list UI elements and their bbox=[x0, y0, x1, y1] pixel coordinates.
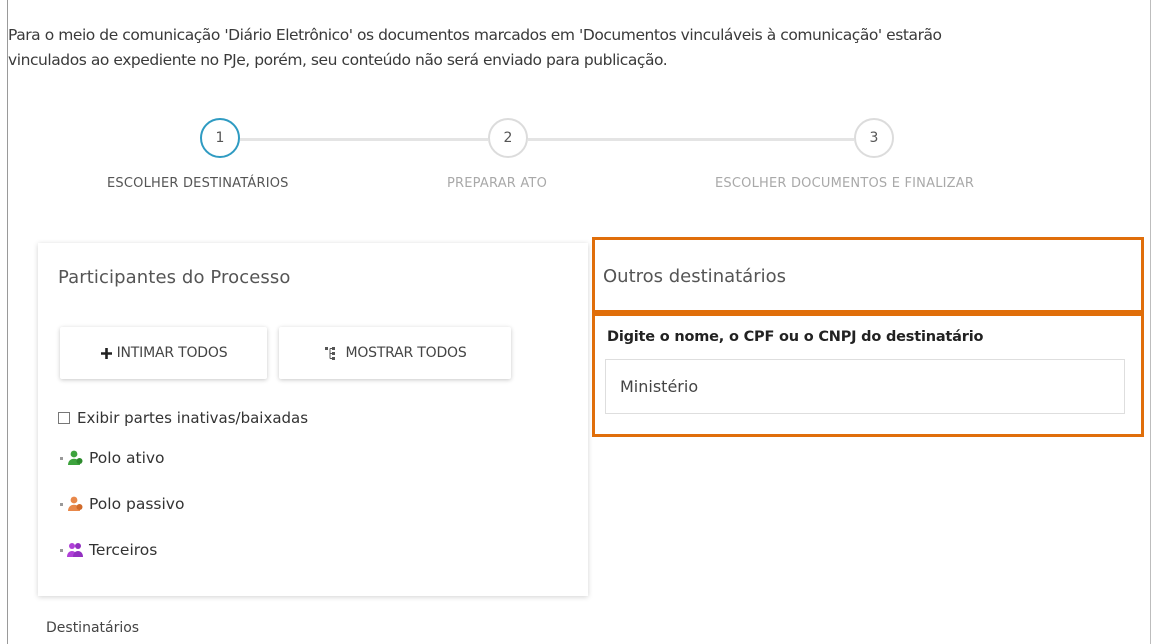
show-inactive-label: Exibir partes inativas/baixadas bbox=[77, 409, 309, 427]
step-connector-1-2 bbox=[240, 138, 488, 141]
notice-line-2: vinculados ao expediente no PJe, porém, … bbox=[8, 51, 668, 69]
tree-expander[interactable] bbox=[60, 548, 63, 552]
outros-destinatarios-title: Outros destinatários bbox=[603, 266, 787, 287]
show-inactive-option[interactable]: Exibir partes inativas/baixadas bbox=[58, 409, 308, 427]
tree-item-label: Terceiros bbox=[89, 541, 158, 559]
step-1-number: 1 bbox=[215, 130, 225, 146]
tree-expander[interactable] bbox=[60, 502, 63, 506]
show-inactive-checkbox[interactable] bbox=[58, 412, 70, 424]
destinatarios-heading: Destinatários bbox=[46, 620, 140, 636]
user-group-icon bbox=[67, 496, 83, 512]
tree-item-polo-ativo[interactable]: Polo ativo bbox=[60, 449, 165, 467]
notice-line-1: Para o meio de comunicação 'Diário Eletr… bbox=[8, 26, 942, 44]
plus-icon bbox=[100, 347, 113, 360]
tree-item-terceiros[interactable]: Terceiros bbox=[60, 541, 157, 559]
step-3-label: ESCOLHER DOCUMENTOS E FINALIZAR bbox=[715, 176, 975, 191]
tree-item-label: Polo passivo bbox=[89, 495, 185, 513]
intimar-todos-label: INTIMAR TODOS bbox=[116, 345, 228, 361]
tree-item-label: Polo ativo bbox=[89, 449, 165, 467]
user-group-icon bbox=[67, 450, 83, 466]
wizard-stepper: 1 2 3 ESCOLHER DESTINATÁRIOS PREPARAR AT… bbox=[100, 118, 1100, 208]
step-1-label: ESCOLHER DESTINATÁRIOS bbox=[107, 176, 289, 191]
step-2-label: PREPARAR ATO bbox=[447, 176, 548, 191]
step-2-number: 2 bbox=[503, 130, 513, 146]
tree-expand-icon bbox=[323, 346, 341, 360]
recipient-search-input[interactable] bbox=[605, 359, 1125, 414]
mostrar-todos-button[interactable]: MOSTRAR TODOS bbox=[279, 327, 511, 379]
participants-title: Participantes do Processo bbox=[58, 267, 291, 288]
intimar-todos-button[interactable]: INTIMAR TODOS bbox=[60, 327, 267, 379]
publication-notice: Para o meio de comunicação 'Diário Eletr… bbox=[8, 23, 1148, 73]
user-group-icon bbox=[67, 542, 83, 558]
mostrar-todos-label: MOSTRAR TODOS bbox=[345, 345, 467, 361]
step-3-number: 3 bbox=[869, 130, 879, 146]
search-field-label: Digite o nome, o CPF ou o CNPJ do destin… bbox=[607, 329, 984, 345]
step-3-circle[interactable]: 3 bbox=[854, 118, 894, 158]
step-1-circle[interactable]: 1 bbox=[200, 118, 240, 158]
tree-item-polo-passivo[interactable]: Polo passivo bbox=[60, 495, 184, 513]
step-2-circle[interactable]: 2 bbox=[488, 118, 528, 158]
tree-expander[interactable] bbox=[60, 456, 63, 460]
participants-panel: Participantes do Processo INTIMAR TODOS … bbox=[38, 243, 588, 596]
step-connector-2-3 bbox=[528, 138, 854, 141]
